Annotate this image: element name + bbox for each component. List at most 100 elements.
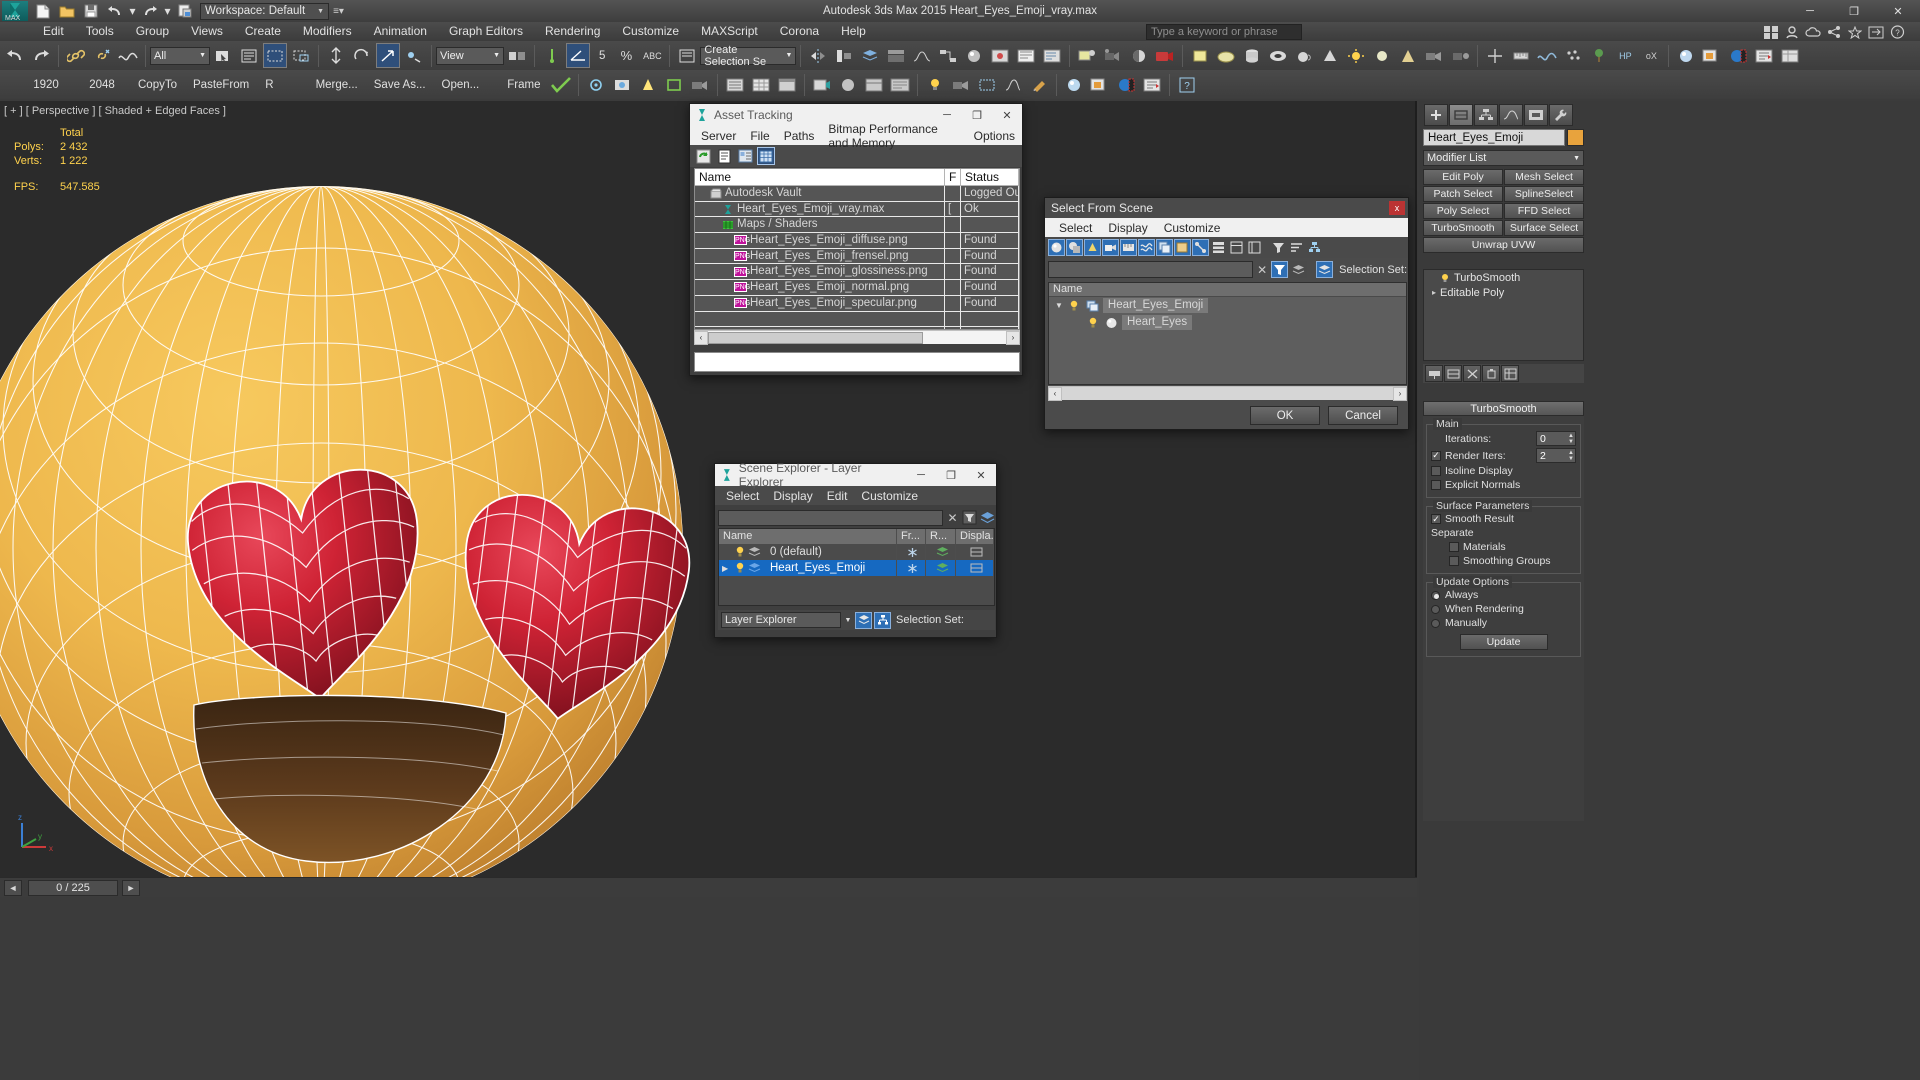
- material-ball-icon[interactable]: [1674, 43, 1698, 68]
- camera-free-icon[interactable]: [1448, 43, 1472, 68]
- layer-display-cell[interactable]: [956, 560, 994, 576]
- sfs-tree-body[interactable]: ▼ Heart_Eyes_Emoji Heart_Eyes: [1049, 297, 1406, 331]
- layer-manager-icon[interactable]: [1752, 43, 1776, 68]
- sfs-titlebar[interactable]: Select From Scene x: [1045, 198, 1408, 218]
- select-and-rotate-icon[interactable]: [350, 43, 374, 68]
- smoothing-groups-row[interactable]: Smoothing Groups: [1431, 555, 1576, 567]
- modifier-button[interactable]: Mesh Select: [1504, 169, 1584, 185]
- collapse-all-icon[interactable]: [1228, 239, 1245, 256]
- share-icon[interactable]: [1825, 23, 1843, 41]
- layer-explorer-dialog[interactable]: Scene Explorer - Layer Explorer ─ ❐ ✕ Se…: [714, 461, 997, 638]
- layer-name-cell[interactable]: 0 (default): [719, 544, 897, 560]
- filter-geometry-icon[interactable]: [1048, 239, 1065, 256]
- le-table[interactable]: Name Fr... R... Displa... 0 (default) ▶ He…: [718, 528, 995, 606]
- help-icon[interactable]: ?: [1888, 23, 1906, 41]
- ox-icon[interactable]: oX: [1639, 43, 1663, 68]
- cancel-button[interactable]: Cancel: [1328, 406, 1398, 425]
- turbosmooth-rollout[interactable]: TurboSmooth Main Iterations: 0 ▲ ▼ ✓ Rend…: [1423, 401, 1584, 821]
- layer-display-cell[interactable]: [956, 544, 994, 560]
- at-menu-file[interactable]: File: [743, 129, 776, 143]
- cylinder-primitive-icon[interactable]: [1240, 43, 1264, 68]
- sort-icon[interactable]: [1288, 239, 1305, 256]
- menu-item-tools[interactable]: Tools: [75, 22, 125, 41]
- render-shaded-icon[interactable]: [1127, 43, 1151, 68]
- col-name[interactable]: Name: [695, 169, 945, 185]
- update-when-rendering-radio[interactable]: [1431, 604, 1440, 614]
- tab-utilities[interactable]: [1549, 104, 1573, 126]
- close-button[interactable]: ✕: [1876, 0, 1920, 22]
- helper-icon[interactable]: [1483, 43, 1507, 68]
- spreadsheet-icon[interactable]: [749, 72, 773, 97]
- stack-item-editable-poly[interactable]: ▸ Editable Poly: [1424, 285, 1583, 300]
- le-col-display[interactable]: Displa...: [956, 529, 994, 544]
- filter-spacewarps-icon[interactable]: [1138, 239, 1155, 256]
- layer-explorer-icon[interactable]: [858, 43, 882, 68]
- render-frame-icon[interactable]: [1075, 43, 1099, 68]
- asset-tracking-hscrollbar[interactable]: ‹ ›: [694, 330, 1020, 345]
- asset-tracking-close[interactable]: ✕: [992, 104, 1022, 126]
- merge-button[interactable]: Merge...: [308, 79, 366, 91]
- menu-item-rendering[interactable]: Rendering: [534, 22, 611, 41]
- le-col-render[interactable]: R...: [926, 529, 956, 544]
- menu-item-corona[interactable]: Corona: [769, 22, 830, 41]
- menu-item-create[interactable]: Create: [234, 22, 292, 41]
- at-menu-options[interactable]: Options: [967, 129, 1022, 143]
- light-omni-icon[interactable]: [1344, 43, 1368, 68]
- minimize-button[interactable]: ─: [1788, 0, 1832, 22]
- explicit-normals-checkbox[interactable]: [1431, 480, 1441, 490]
- smooth-result-row[interactable]: ✓ Smooth Result: [1431, 513, 1576, 525]
- table-row[interactable]: Autodesk Vault Logged Out: [695, 186, 1019, 202]
- maximize-button[interactable]: ❐: [1832, 0, 1876, 22]
- tree-row[interactable]: ▼ Heart_Eyes_Emoji: [1049, 297, 1406, 314]
- layer-explorer-titlebar[interactable]: Scene Explorer - Layer Explorer ─ ❐ ✕: [715, 461, 996, 489]
- camera-toggle-icon[interactable]: [949, 72, 973, 97]
- make-unique-icon[interactable]: [1463, 365, 1481, 382]
- chevron-down-icon[interactable]: ▼: [1055, 301, 1063, 310]
- select-from-scene-dialog[interactable]: Select From Scene x Select Display Custo…: [1044, 197, 1409, 430]
- copy-to-button[interactable]: CopyTo: [130, 79, 185, 91]
- torus-primitive-icon[interactable]: [1266, 43, 1290, 68]
- menu-item-views[interactable]: Views: [180, 22, 234, 41]
- expand-icon[interactable]: ▸: [1432, 288, 1436, 297]
- sfs-layers-blue-icon[interactable]: [1316, 261, 1334, 278]
- ui-panel1-icon[interactable]: [862, 72, 886, 97]
- tab-display[interactable]: [1524, 104, 1548, 126]
- render-elements-icon[interactable]: [1778, 43, 1802, 68]
- select-link-icon[interactable]: [64, 43, 88, 68]
- modifier-button[interactable]: SplineSelect: [1504, 186, 1584, 202]
- space-warp-icon[interactable]: [1535, 43, 1559, 68]
- render-iters-checkbox[interactable]: ✓: [1431, 450, 1441, 461]
- pin-stack-icon[interactable]: [1425, 365, 1443, 382]
- hp-icon[interactable]: HP: [1613, 43, 1637, 68]
- layer-freeze-cell[interactable]: [897, 560, 926, 576]
- box-primitive-icon[interactable]: [1188, 43, 1212, 68]
- expand-icon[interactable]: ▶: [722, 564, 732, 573]
- le-menu-display[interactable]: Display: [766, 489, 819, 503]
- modifier-button[interactable]: Poly Select: [1423, 203, 1503, 219]
- le-minimize[interactable]: ─: [906, 464, 936, 486]
- le-explorer-combo[interactable]: Layer Explorer: [721, 612, 841, 628]
- list-view-icon[interactable]: [715, 147, 733, 165]
- stack-item-turbosmooth[interactable]: TurboSmooth: [1424, 270, 1583, 285]
- export-icon[interactable]: [1140, 72, 1164, 97]
- le-col-freeze[interactable]: Fr...: [897, 529, 926, 544]
- tab-hierarchy[interactable]: [1474, 104, 1498, 126]
- viewport-label[interactable]: [ + ] [ Perspective ] [ Shaded + Edged F…: [4, 105, 226, 117]
- layer-row[interactable]: ▶ Heart_Eyes_Emoji: [719, 560, 994, 576]
- select-by-name-icon[interactable]: [237, 43, 261, 68]
- search-input[interactable]: Type a keyword or phrase: [1146, 24, 1302, 40]
- filter-cameras-icon[interactable]: [1102, 239, 1119, 256]
- reference-coordinate-system-combo[interactable]: View ▼: [436, 46, 504, 65]
- unlink-icon[interactable]: [90, 43, 114, 68]
- signin-icon[interactable]: [1783, 23, 1801, 41]
- table-row[interactable]: PNG Heart_Eyes_Emoji_specular.png Found: [695, 295, 1019, 312]
- le-menu-edit[interactable]: Edit: [820, 489, 855, 503]
- light-sun-icon[interactable]: [1370, 43, 1394, 68]
- object-paint-icon[interactable]: [1027, 72, 1051, 97]
- material-ball-blue-icon[interactable]: [1114, 72, 1138, 97]
- star-icon[interactable]: [1846, 23, 1864, 41]
- layer-row[interactable]: 0 (default): [719, 544, 994, 560]
- corona-camera-icon[interactable]: [688, 72, 712, 97]
- asset-tracking-path-field[interactable]: [694, 352, 1020, 372]
- layer-freeze-cell[interactable]: [897, 544, 926, 560]
